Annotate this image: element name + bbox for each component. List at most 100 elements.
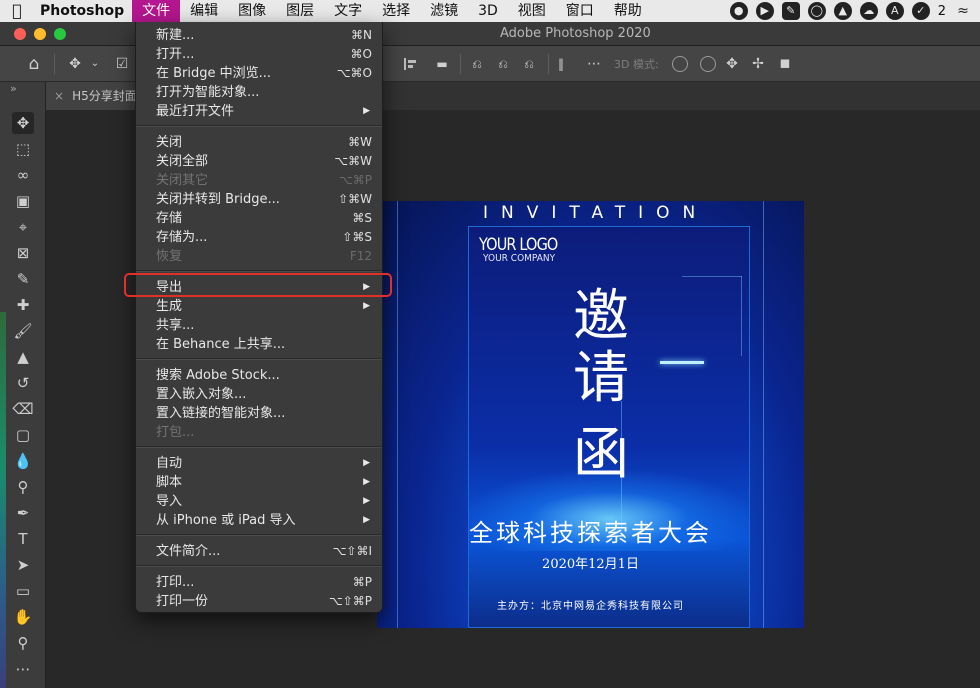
menu-item-recent-files[interactable]: 最近打开文件 ▶ <box>136 102 382 121</box>
invitation-heading: INVITATION <box>483 203 709 223</box>
document-tab[interactable]: × H5分享封面 <box>46 82 146 110</box>
move-tool-icon[interactable]: ✥ <box>64 54 86 74</box>
status-icons: ● ▶ ✎ ◯ ▲ ☁ A ✓ 2 ≈ <box>729 2 980 20</box>
artwork-canvas[interactable]: INVITATION YOUR LOGO YOUR COMPANY 邀 请 函 … <box>377 201 804 628</box>
menu-item-save[interactable]: 存储 ⌘S <box>136 209 382 228</box>
type-tool-icon[interactable]: T <box>12 528 34 550</box>
menu-item-generate[interactable]: 生成 ▶ <box>136 297 382 316</box>
menu-file[interactable]: 文件 <box>132 0 181 22</box>
brush-tool-icon[interactable]: 🖌 <box>12 320 34 342</box>
menu-item-scripts[interactable]: 脚本 ▶ <box>136 473 382 492</box>
title-char-3: 函 <box>573 422 629 487</box>
qq-icon[interactable]: ▲ <box>833 2 852 20</box>
menu-edit[interactable]: 编辑 <box>180 0 228 22</box>
menu-3d[interactable]: 3D <box>468 0 508 22</box>
menu-item-print-one[interactable]: 打印一份 ⌥⇧⌘P <box>136 592 382 611</box>
menu-item-import-iphone[interactable]: 从 iPhone 或 iPad 导入 ▶ <box>136 511 382 530</box>
menu-separator <box>136 358 382 360</box>
menu-item-save-as[interactable]: 存储为... ⇧⌘S <box>136 228 382 247</box>
cloud-icon[interactable]: ☁ <box>859 2 878 20</box>
menu-item-open[interactable]: 打开... ⌘O <box>136 45 382 64</box>
lasso-tool-icon[interactable]: ∞ <box>12 164 34 186</box>
3d-camera-icon[interactable]: ◼ <box>774 54 796 74</box>
eyedropper-tool-icon[interactable]: ✎ <box>12 268 34 290</box>
menu-window[interactable]: 窗口 <box>556 0 604 22</box>
menu-item-place-embedded[interactable]: 置入嵌入对象... <box>136 385 382 404</box>
align-left-icon[interactable] <box>404 58 418 70</box>
align-bottom-icon[interactable]: ⎌ <box>520 54 538 74</box>
hand-tool-icon[interactable]: ✋ <box>12 606 34 628</box>
more-options-icon[interactable]: ⋯ <box>584 54 604 74</box>
chevron-down-icon[interactable]: ⌄ <box>88 54 102 74</box>
menu-filter[interactable]: 滤镜 <box>420 0 468 22</box>
frame-tool-icon[interactable]: ⊠ <box>12 242 34 264</box>
wechat-icon[interactable]: ● <box>729 2 748 20</box>
menu-view[interactable]: 视图 <box>508 0 556 22</box>
distribute-icon[interactable]: ‖ <box>552 54 570 74</box>
menu-item-import[interactable]: 导入 ▶ <box>136 492 382 511</box>
zoom-tool-icon[interactable]: ⚲ <box>12 632 34 654</box>
3d-roll-icon[interactable] <box>700 56 716 72</box>
object-select-tool-icon[interactable]: ▣ <box>12 190 34 212</box>
user-icon[interactable]: A <box>885 2 904 20</box>
pen-tool-icon[interactable]: ✒ <box>12 502 34 524</box>
menu-item-close-go-bridge[interactable]: 关闭并转到 Bridge... ⇧⌘W <box>136 190 382 209</box>
marquee-tool-icon[interactable]: ⬚ <box>12 138 34 160</box>
menu-item-browse-bridge[interactable]: 在 Bridge 中浏览... ⌥⌘O <box>136 64 382 83</box>
crop-tool-icon[interactable]: ⌖ <box>12 216 34 238</box>
auto-select-checkbox[interactable]: ☑ <box>114 54 130 74</box>
more-tools-icon[interactable]: ⋯ <box>12 658 34 680</box>
wifi-icon[interactable]: ≈ <box>954 2 972 20</box>
menu-image[interactable]: 图像 <box>228 0 276 22</box>
deco-light-bar <box>660 361 704 364</box>
menu-item-close[interactable]: 关闭 ⌘W <box>136 133 382 152</box>
dodge-tool-icon[interactable]: ⚲ <box>12 476 34 498</box>
clone-stamp-tool-icon[interactable]: ▲ <box>12 346 34 368</box>
home-icon[interactable]: ⌂ <box>22 54 46 74</box>
file-menu-dropdown: 新建... ⌘N 打开... ⌘O 在 Bridge 中浏览... ⌥⌘O 打开为智能… <box>135 22 383 613</box>
menu-separator <box>136 534 382 536</box>
edit-icon[interactable]: ✎ <box>781 2 800 20</box>
menu-item-share[interactable]: 共享... <box>136 316 382 335</box>
3d-slide-icon[interactable]: ✢ <box>748 54 768 74</box>
menu-item-close-all[interactable]: 关闭全部 ⌥⌘W <box>136 152 382 171</box>
menu-item-share-behance[interactable]: 在 Behance 上共享... <box>136 335 382 354</box>
menu-separator <box>136 565 382 567</box>
3d-pan-icon[interactable]: ✥ <box>722 54 742 74</box>
menu-item-close-others: 关闭其它 ⌥⌘P <box>156 173 372 188</box>
menu-select[interactable]: 选择 <box>372 0 420 22</box>
menu-item-file-info[interactable]: 文件简介... ⌥⇧⌘I <box>136 542 382 561</box>
menu-layer[interactable]: 图层 <box>276 0 324 22</box>
gradient-tool-icon[interactable]: ▢ <box>12 424 34 446</box>
close-tab-icon[interactable]: × <box>54 89 64 103</box>
minimize-window-button[interactable] <box>34 28 46 40</box>
align-center-icon[interactable]: ▬ <box>432 54 452 74</box>
eraser-tool-icon[interactable]: ⌫ <box>12 398 34 420</box>
menu-item-search-stock[interactable]: 搜索 Adobe Stock... <box>136 366 382 385</box>
chat-icon[interactable]: ◯ <box>807 2 826 20</box>
apple-icon[interactable]:  <box>0 0 34 22</box>
menu-type[interactable]: 文字 <box>324 0 372 22</box>
menu-item-new[interactable]: 新建... ⌘N <box>136 26 382 45</box>
menu-item-place-linked[interactable]: 置入链接的智能对象... <box>136 404 382 423</box>
collapse-panel-icon[interactable]: » <box>10 82 17 95</box>
path-select-tool-icon[interactable]: ➤ <box>12 554 34 576</box>
close-window-button[interactable] <box>14 28 26 40</box>
move-tool-icon[interactable]: ✥ <box>12 112 34 134</box>
menu-item-open-smart-object[interactable]: 打开为智能对象... <box>136 83 382 102</box>
align-top-icon[interactable]: ⎌ <box>468 54 486 74</box>
history-brush-tool-icon[interactable]: ↺ <box>12 372 34 394</box>
3d-orbit-icon[interactable] <box>672 56 688 72</box>
submenu-arrow-icon: ▶ <box>363 106 370 116</box>
blur-tool-icon[interactable]: 💧 <box>12 450 34 472</box>
menu-item-print[interactable]: 打印... ⌘P <box>136 573 382 592</box>
align-middle-icon[interactable]: ⎌ <box>494 54 512 74</box>
check-icon[interactable]: ✓ <box>911 2 930 20</box>
menu-item-automate[interactable]: 自动 ▶ <box>136 454 382 473</box>
app-menu-photoshop[interactable]: Photoshop <box>34 0 132 22</box>
healing-brush-tool-icon[interactable]: ✚ <box>12 294 34 316</box>
play-icon[interactable]: ▶ <box>755 2 774 20</box>
zoom-window-button[interactable] <box>54 28 66 40</box>
rectangle-tool-icon[interactable]: ▭ <box>12 580 34 602</box>
menu-help[interactable]: 帮助 <box>604 0 652 22</box>
